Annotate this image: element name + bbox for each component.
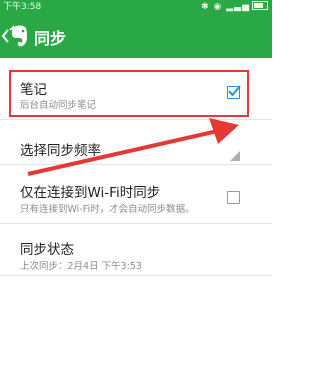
setting-status-title: 同步状态 <box>20 242 74 258</box>
setting-frequency-row[interactable]: 选择同步频率 <box>0 120 272 165</box>
status-time: 下午3:58 <box>3 2 42 12</box>
setting-wifi-row[interactable]: 仅在连接到Wi-Fi时同步 只有连接到Wi-Fi时，才会自动同步数据。 <box>0 165 272 224</box>
setting-wifi-subtitle: 只有连接到Wi-Fi时，才会自动同步数据。 <box>20 204 195 215</box>
app-bar: 同步 <box>0 14 272 58</box>
status-bar: 下午3:58 ✱ ◉ ▂▃▅ <box>0 0 272 14</box>
page-title: 同步 <box>34 29 67 48</box>
status-icons: ✱ ◉ ▂▃▅ <box>201 0 268 14</box>
setting-frequency-title: 选择同步频率 <box>20 143 101 159</box>
dropdown-corner-icon <box>230 146 240 165</box>
battery-icon <box>252 1 268 10</box>
evernote-logo-icon[interactable] <box>8 24 30 48</box>
setting-wifi-title: 仅在连接到Wi-Fi时同步 <box>20 185 161 201</box>
setting-status-row[interactable]: 同步状态 上次同步：2月4日 下午3:53 <box>0 224 272 276</box>
setting-status-subtitle: 上次同步：2月4日 下午3:53 <box>20 261 142 272</box>
status-signal-icons: ✱ ◉ ▂▃▅ <box>201 2 250 12</box>
highlight-box <box>9 70 249 117</box>
wifi-only-checkbox[interactable] <box>227 191 240 204</box>
